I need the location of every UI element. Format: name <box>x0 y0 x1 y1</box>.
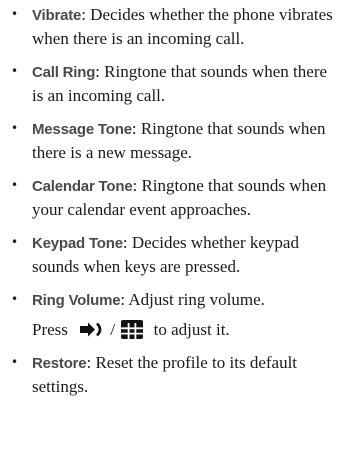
instruction-prefix: Press <box>32 320 68 339</box>
bullet-icon: • <box>11 292 19 306</box>
item-term: Calendar Tone <box>32 178 133 195</box>
item-term: Keypad Tone <box>32 235 123 252</box>
bullet-icon: • <box>11 235 19 249</box>
item-term: Ring Volume <box>32 292 121 309</box>
list-item-vibrate: • Vibrate: Decides whether the phone vibr… <box>0 3 348 50</box>
list-item-calendar-tone: • Calendar Tone: Ringtone that sounds whe… <box>0 174 348 221</box>
item-term: Call Ring <box>32 64 96 81</box>
bullet-icon: • <box>11 7 19 21</box>
item-term: Restore <box>32 355 87 372</box>
list-item-ring-volume: • Ring Volume: Adjust ring volume. Press … <box>0 288 348 341</box>
list-item-message-tone: • Message Tone: Ringtone that sounds when… <box>0 117 348 164</box>
item-term: Vibrate <box>32 7 82 24</box>
list-item-keypad-tone: • Keypad Tone: Decides whether keypad sou… <box>0 231 348 278</box>
ring-volume-instruction: Press / to adjust it. <box>32 318 342 341</box>
bullet-icon: • <box>11 121 19 135</box>
keypad-icon <box>121 319 144 339</box>
instruction-separator: / <box>110 320 116 339</box>
bullet-icon: • <box>11 64 19 78</box>
bullet-icon: • <box>11 355 19 369</box>
list-item-call-ring: • Call Ring: Ringtone that sounds when th… <box>0 60 348 107</box>
item-description: : Adjust ring volume. <box>120 290 265 309</box>
volume-key-icon <box>80 320 106 339</box>
instruction-suffix: to adjust it. <box>153 320 230 339</box>
item-term: Message Tone <box>32 121 132 138</box>
settings-description-list: • Vibrate: Decides whether the phone vibr… <box>0 0 348 408</box>
bullet-icon: • <box>11 178 19 192</box>
list-item-restore: • Restore: Reset the profile to its defau… <box>0 351 348 398</box>
